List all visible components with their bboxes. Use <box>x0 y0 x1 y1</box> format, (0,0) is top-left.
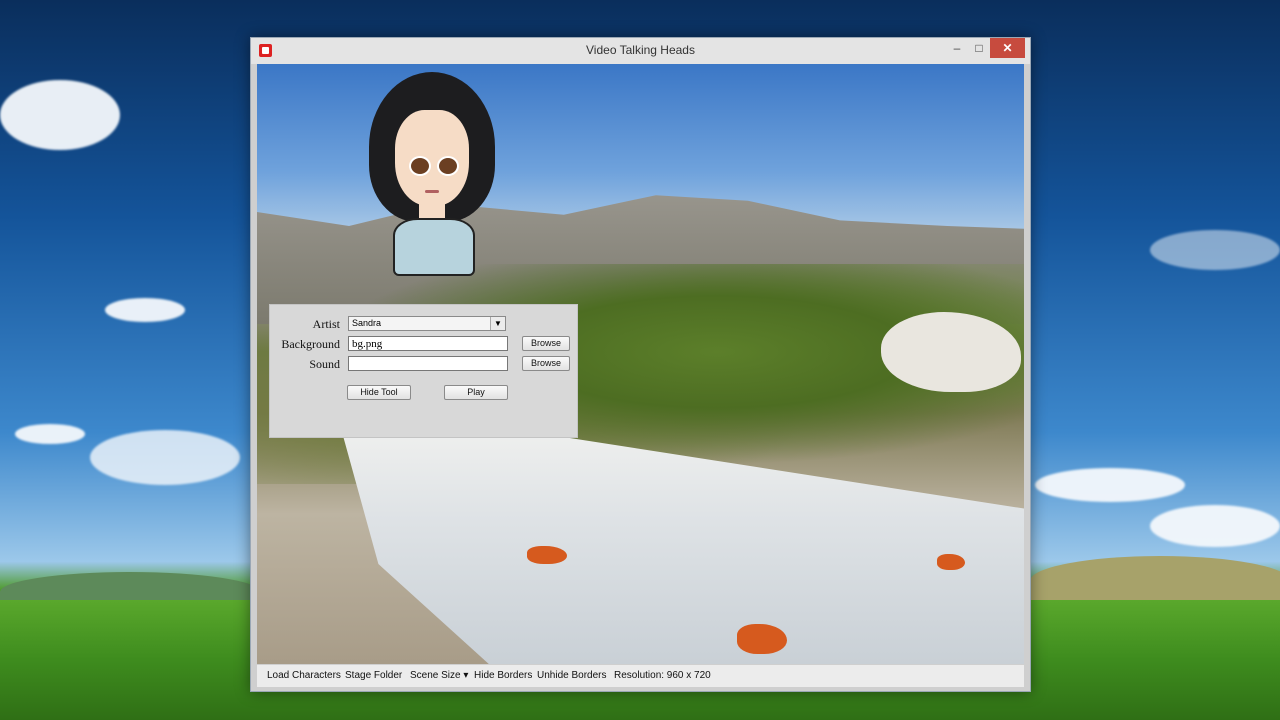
stage-folder-menu[interactable]: Stage Folder <box>345 670 402 681</box>
desktop-cloud <box>15 424 85 444</box>
app-window: Video Talking Heads – □ ✕ Artist Sandra <box>250 37 1031 692</box>
desktop-cloud <box>90 430 240 485</box>
character-eye <box>437 156 459 176</box>
background-input[interactable]: bg.png <box>348 336 508 351</box>
desktop-cloud <box>1035 468 1185 502</box>
minimize-button[interactable]: – <box>949 38 965 58</box>
sound-browse-button[interactable]: Browse <box>522 356 570 371</box>
chevron-down-icon: ▾ <box>463 670 469 681</box>
stage-canvas: Artist Sandra ▼ Background bg.png Browse… <box>257 64 1024 664</box>
title-bar[interactable]: Video Talking Heads – □ ✕ <box>251 38 1030 64</box>
load-characters-menu[interactable]: Load Characters <box>267 670 341 681</box>
artist-select[interactable]: Sandra ▼ <box>348 316 506 331</box>
scene-size-label: Scene Size <box>410 670 461 681</box>
desktop-cloud <box>105 298 185 322</box>
sound-input[interactable] <box>348 356 508 371</box>
menu-bar: Load Characters Stage Folder Scene Size … <box>257 665 1024 687</box>
sound-label: Sound <box>309 357 340 371</box>
resolution-readout: Resolution: 960 x 720 <box>614 670 711 681</box>
boat-rust <box>737 624 787 654</box>
desktop-cloud <box>0 80 120 150</box>
character-body <box>393 218 475 276</box>
window-title: Video Talking Heads <box>586 43 695 57</box>
boat-rust <box>937 554 965 570</box>
hide-tool-button[interactable]: Hide Tool <box>347 385 411 400</box>
close-button[interactable]: ✕ <box>990 38 1025 58</box>
artist-select-value: Sandra <box>352 318 382 328</box>
character-avatar[interactable] <box>369 72 495 276</box>
boat-rust <box>527 546 567 564</box>
character-face <box>395 110 469 206</box>
desktop-hill <box>1030 556 1280 606</box>
character-eye <box>409 156 431 176</box>
desktop-cloud <box>1150 230 1280 270</box>
play-button[interactable]: Play <box>444 385 508 400</box>
unhide-borders-menu[interactable]: Unhide Borders <box>537 670 606 681</box>
hide-borders-menu[interactable]: Hide Borders <box>474 670 532 681</box>
background-browse-button[interactable]: Browse <box>522 336 570 351</box>
maximize-button[interactable]: □ <box>971 38 987 58</box>
chevron-down-icon[interactable]: ▼ <box>490 317 505 330</box>
tool-panel: Artist Sandra ▼ Background bg.png Browse… <box>269 304 578 438</box>
background-label: Background <box>281 337 340 351</box>
scene-size-menu[interactable]: Scene Size ▾ <box>410 670 468 681</box>
desktop-cloud <box>1150 505 1280 547</box>
character-mouth <box>425 190 439 193</box>
artist-label: Artist <box>312 317 340 331</box>
